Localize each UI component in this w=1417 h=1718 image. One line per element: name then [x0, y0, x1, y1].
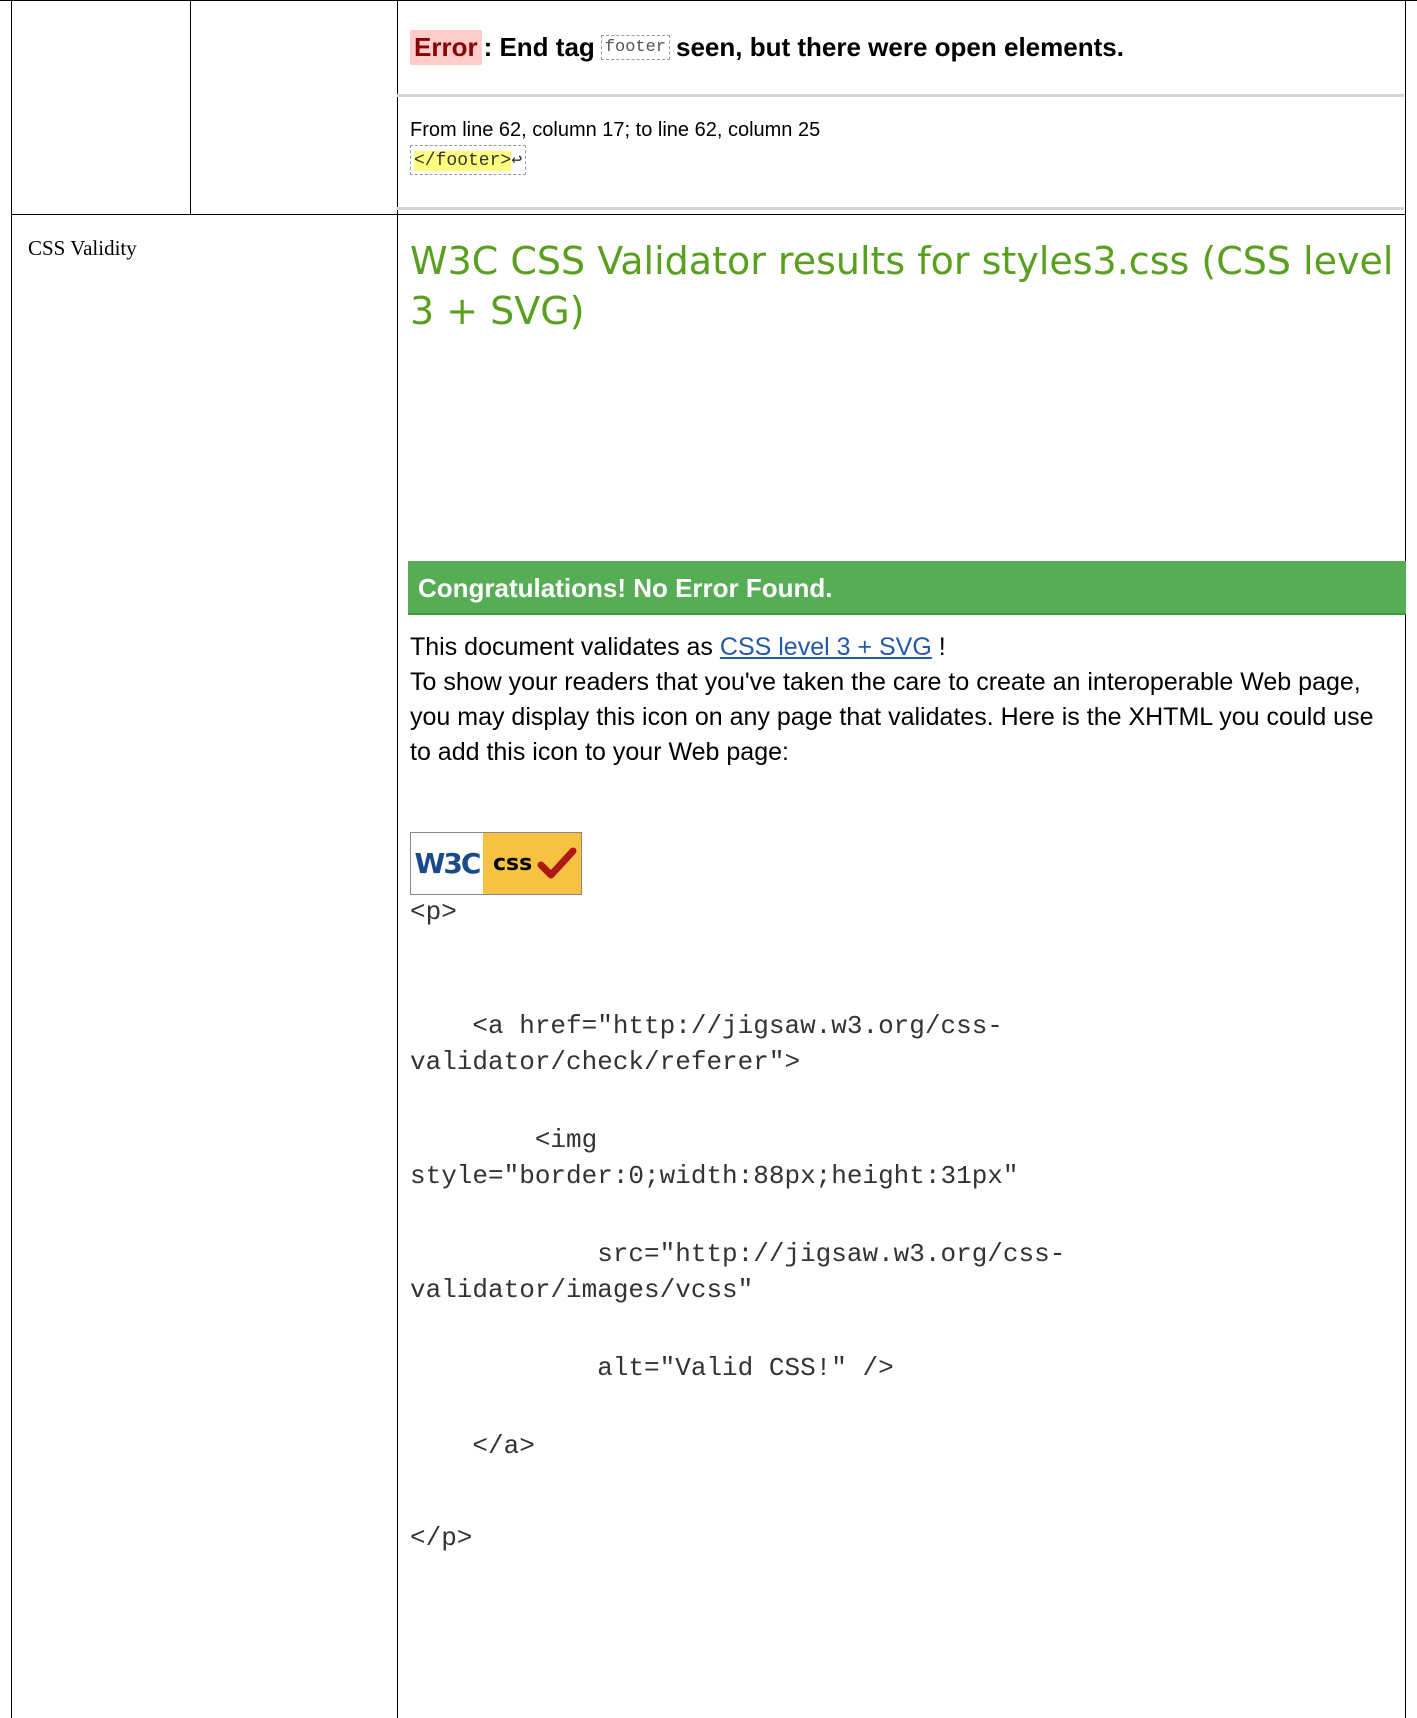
error-text-prefix: : End tag — [483, 32, 595, 62]
code-line: validator/images/vcss" — [410, 1275, 754, 1305]
code-line: <img — [410, 1125, 598, 1155]
error-message-1: Error : End tag footer seen, but there w… — [410, 30, 1417, 65]
code-line: </p> — [410, 1523, 473, 1553]
code-line: src="http://jigsaw.w3.org/css- — [410, 1239, 1066, 1269]
css-validity-label: CSS Validity — [28, 236, 137, 260]
checkmark-icon — [537, 847, 577, 879]
code-line: validator/check/referer"> — [410, 1047, 801, 1077]
extract-highlight: </footer> — [414, 151, 512, 171]
code-line: </a> — [410, 1431, 535, 1461]
explanation-text: To show your readers that you've taken t… — [410, 668, 1374, 766]
table-row-border — [11, 214, 1406, 215]
error-label: Error — [410, 30, 482, 65]
code-line: style="border:0;width:88px;height:31px" — [410, 1161, 1019, 1191]
message-separator — [397, 207, 1404, 210]
table-inner-border — [190, 0, 191, 214]
validation-text: This document validates as CSS level 3 +… — [410, 633, 1374, 766]
error-code: footer — [600, 35, 671, 60]
valid-css-badge[interactable]: W3C css — [410, 832, 582, 895]
code-line: <p> — [410, 897, 457, 927]
w3c-logo: W3C — [411, 833, 483, 894]
error-location-1: From line 62, column 17; to line 62, col… — [410, 117, 1417, 175]
table-right-border — [1405, 0, 1406, 1718]
css-badge-label: css — [483, 833, 581, 894]
message-separator — [397, 94, 1404, 97]
css-validator-title: W3C CSS Validator results for styles3.cs… — [410, 239, 1394, 333]
congrats-banner: Congratulations! No Error Found. — [408, 561, 1406, 615]
code-line: <a href="http://jigsaw.w3.org/css- — [410, 1011, 1003, 1041]
table-left-border — [11, 0, 12, 1718]
table-column-border — [397, 0, 398, 1718]
error-text-suffix: seen, but there were open elements. — [676, 32, 1124, 62]
css-level-link[interactable]: CSS level 3 + SVG — [720, 633, 932, 661]
source-extract: </footer>↩ — [410, 145, 527, 175]
location-text: From line 62, column 17; to line 62, col… — [410, 119, 821, 141]
table-top-border — [0, 0, 1417, 1]
code-line: alt="Valid CSS!" /> — [410, 1353, 894, 1383]
